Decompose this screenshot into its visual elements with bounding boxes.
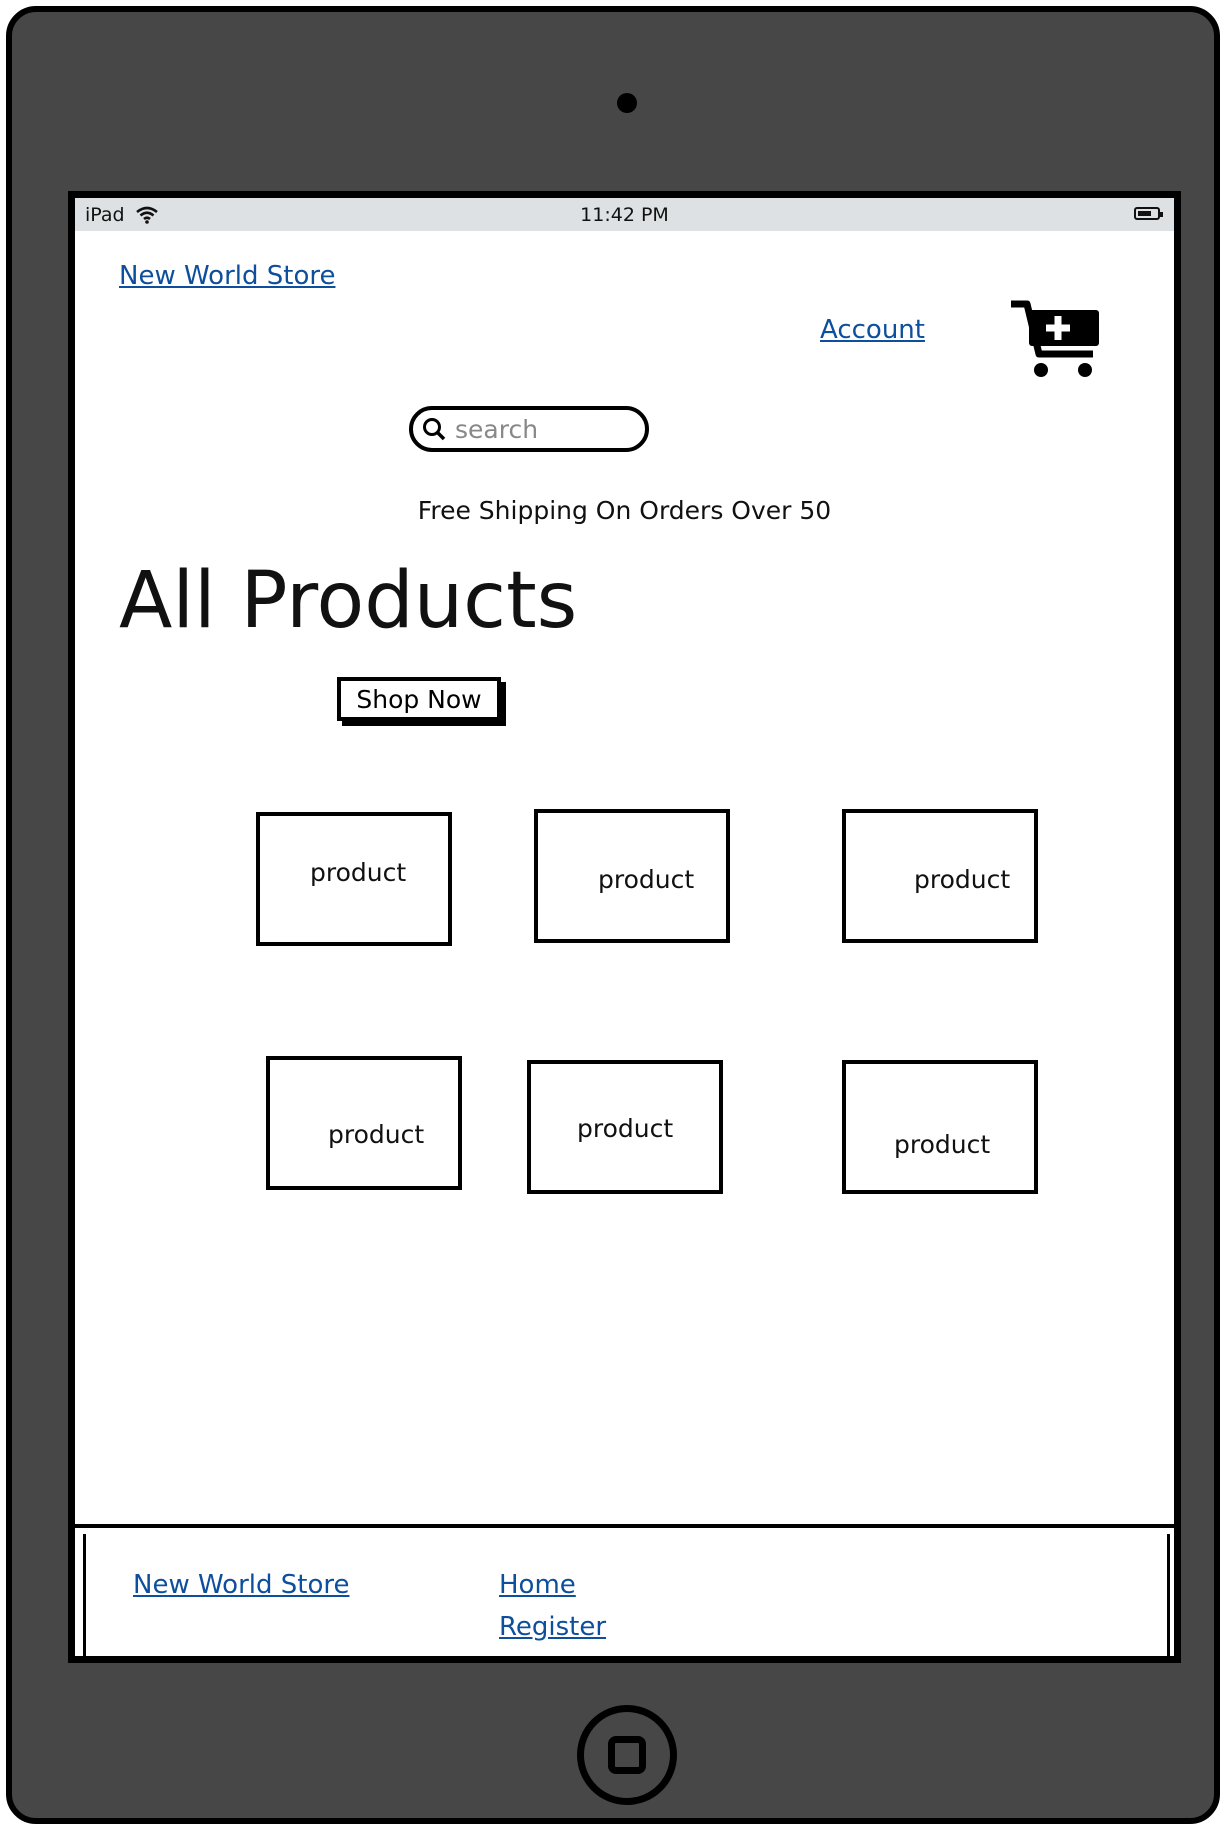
product-label: product: [328, 1120, 425, 1149]
product-card[interactable]: product: [534, 809, 730, 943]
add-to-cart-icon[interactable]: [1009, 300, 1103, 380]
shipping-banner: Free Shipping On Orders Over 50: [417, 496, 832, 525]
brand-link[interactable]: New World Store: [119, 261, 335, 291]
footer-register-link[interactable]: Register: [499, 1612, 606, 1642]
product-label: product: [598, 865, 695, 894]
home-square-icon: [608, 1736, 646, 1774]
status-bar: iPad 11:42 PM: [75, 198, 1174, 231]
product-label: product: [577, 1114, 674, 1143]
battery-icon: [1134, 207, 1163, 220]
account-link[interactable]: Account: [820, 315, 925, 345]
product-label: product: [894, 1130, 991, 1159]
footer-home-link[interactable]: Home: [499, 1570, 576, 1600]
footer: New World Store Home Register: [75, 1524, 1174, 1656]
screen: iPad 11:42 PM New World Store Account se…: [68, 191, 1181, 1663]
search-icon: [423, 418, 446, 441]
product-card[interactable]: product: [527, 1060, 723, 1194]
product-card[interactable]: product: [266, 1056, 462, 1190]
product-card[interactable]: product: [842, 809, 1038, 943]
product-card[interactable]: product: [842, 1060, 1038, 1194]
page-title: All Products: [119, 556, 578, 646]
tablet-frame: iPad 11:42 PM New World Store Account se…: [6, 6, 1220, 1824]
product-label: product: [914, 865, 1011, 894]
footer-brand-link[interactable]: New World Store: [133, 1570, 349, 1600]
status-time: 11:42 PM: [580, 204, 669, 226]
product-label: product: [310, 858, 407, 887]
shop-now-button[interactable]: Shop Now: [337, 677, 501, 721]
home-button[interactable]: [577, 1705, 677, 1805]
search-box[interactable]: [409, 406, 649, 452]
product-card[interactable]: product: [256, 812, 452, 946]
search-input[interactable]: [453, 413, 637, 445]
camera-icon: [617, 93, 637, 113]
